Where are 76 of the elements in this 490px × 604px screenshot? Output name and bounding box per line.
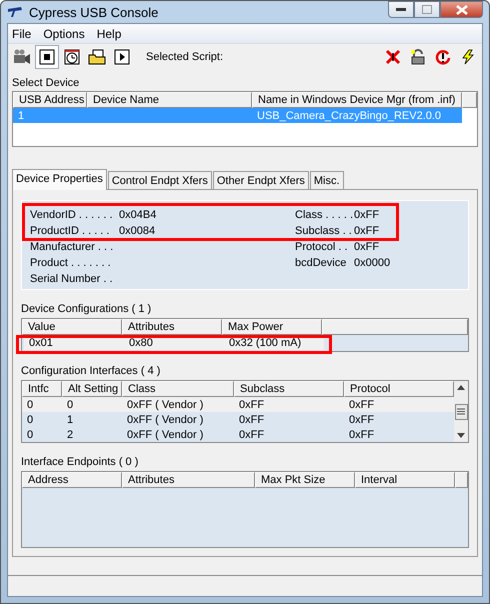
property-value: 0x0000: [354, 257, 390, 269]
table-cell: 1: [67, 414, 74, 426]
table-cell: 0: [27, 414, 34, 426]
table-cell: 0xFF: [349, 414, 374, 426]
header-filler: [455, 472, 468, 488]
tab[interactable]: Misc.: [310, 171, 344, 189]
column-header[interactable]: Subclass: [234, 381, 344, 398]
table-cell: 0xFF: [239, 414, 264, 426]
column-header[interactable]: Value: [22, 319, 122, 335]
table-cell: 0x01: [29, 336, 53, 348]
property-label: Class . . . . .: [295, 209, 354, 221]
table-cell: 1: [18, 110, 24, 122]
tab[interactable]: Other Endpt Xfers: [212, 171, 309, 189]
table-cell: 2: [67, 428, 74, 441]
column-header[interactable]: Device Name: [87, 92, 252, 108]
table-cell: 0x80: [129, 336, 153, 348]
column-header[interactable]: Name in Windows Device Mgr (from .inf): [252, 92, 462, 108]
table-cell: 0x32 (100 mA): [229, 336, 302, 348]
property-label: Subclass . .: [295, 225, 352, 237]
minimize-button[interactable]: [388, 1, 414, 18]
table-cell: 0xFF ( Vendor ): [127, 398, 204, 411]
selected-script-label: Selected Script:: [146, 51, 224, 63]
close-button[interactable]: [440, 1, 483, 18]
table-cell: 0xFF: [349, 398, 374, 411]
app-icon: [7, 6, 23, 18]
table-cell: 0xFF: [349, 428, 374, 441]
column-header[interactable]: Max Pkt Size: [255, 472, 355, 488]
scroll-up-icon[interactable]: [457, 385, 465, 390]
column-header[interactable]: Address: [22, 472, 122, 488]
table-cell: 0: [67, 398, 74, 411]
window-title: Cypress USB Console: [29, 4, 158, 20]
property-label: VendorID . . . . . .: [30, 209, 114, 221]
property-value: 0xFF: [354, 241, 380, 253]
close-icon: [456, 4, 468, 14]
column-header[interactable]: Max Power: [222, 319, 322, 335]
property-label: Serial Number . .: [30, 273, 114, 285]
property-label: bcdDevice: [295, 257, 346, 269]
menu-item[interactable]: Help: [92, 26, 128, 40]
tab[interactable]: Device Properties: [12, 169, 107, 190]
scrollbar[interactable]: [454, 381, 468, 442]
menu-item[interactable]: File: [8, 26, 38, 40]
minimize-icon: [396, 8, 406, 12]
column-header[interactable]: USB Address: [13, 92, 87, 108]
section-label: Device Configurations ( 1 ): [21, 303, 152, 315]
maximize-button[interactable]: [414, 1, 440, 18]
property-label: Manufacturer . . .: [30, 241, 114, 253]
table-cell: USB_Camera_CrazyBingo_REV2.0.0: [257, 110, 442, 122]
section-label: Interface Endpoints ( 0 ): [21, 456, 140, 468]
tab[interactable]: Control Endpt Xfers: [108, 171, 212, 189]
property-value: 0x04B4: [119, 209, 156, 221]
column-header[interactable]: Class: [122, 381, 234, 398]
section-label: Configuration Interfaces ( 4 ): [21, 365, 162, 378]
column-header[interactable]: Alt Setting: [62, 381, 122, 398]
table-cell: 0: [27, 428, 34, 441]
property-value: 0xFF: [354, 225, 380, 237]
section-label: Select Device: [12, 77, 80, 89]
maximize-icon: [422, 5, 432, 14]
column-header[interactable]: Attributes: [122, 472, 255, 488]
property-label: ProductID . . . . .: [30, 225, 110, 237]
property-label: Product . . . . . . .: [30, 257, 112, 269]
table-cell: 0: [27, 398, 34, 411]
column-header[interactable]: Interval: [355, 472, 455, 488]
table-cell: 0xFF: [239, 428, 264, 441]
stop-icon[interactable]: [36, 46, 58, 68]
column-header[interactable]: Attributes: [122, 319, 222, 335]
property-label: Protocol . .: [295, 241, 348, 253]
scroll-thumb[interactable]: [454, 404, 468, 420]
table-cell: 0xFF: [239, 398, 264, 411]
menu-item[interactable]: Options: [39, 26, 91, 40]
table-cell: 0xFF ( Vendor ): [127, 414, 204, 426]
table-cell: 0xFF ( Vendor ): [127, 428, 204, 441]
column-header[interactable]: Protocol: [344, 381, 454, 398]
property-value: 0xFF: [354, 209, 380, 221]
property-value: 0x0084: [119, 225, 156, 237]
column-header[interactable]: Intfc: [22, 381, 62, 398]
scroll-down-icon[interactable]: [457, 433, 465, 438]
